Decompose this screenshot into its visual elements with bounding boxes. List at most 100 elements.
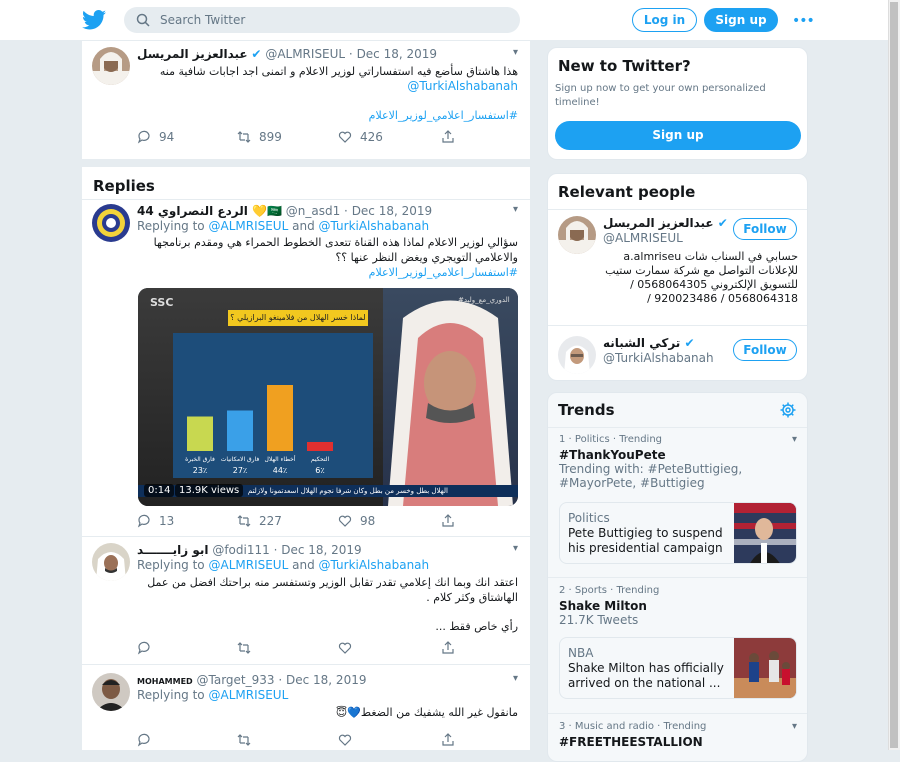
handle[interactable]: @ALMRISEUL bbox=[265, 47, 345, 61]
replying-prefix: Replying to bbox=[137, 558, 205, 572]
tweet-date[interactable]: Dec 18, 2019 bbox=[357, 47, 437, 61]
video-hashtag: #الدوري_مع_وليد bbox=[458, 296, 510, 304]
search-box[interactable] bbox=[124, 7, 520, 33]
chevron-down-icon[interactable]: ▾ bbox=[792, 721, 797, 732]
hashtag-link[interactable]: #استفسار_اعلامي_لوزير_الاعلام bbox=[138, 265, 518, 280]
reply-button[interactable]: 13 bbox=[137, 514, 174, 528]
mention-link[interactable]: @ALMRISEUL bbox=[208, 219, 288, 233]
retweet-button[interactable]: 899 bbox=[237, 130, 282, 144]
mention-link[interactable]: @ALMRISEUL bbox=[208, 688, 288, 702]
tweet-date[interactable]: Dec 18, 2019 bbox=[286, 673, 366, 687]
mention-link[interactable]: @TurkiAlshabanah bbox=[138, 79, 518, 94]
share-icon bbox=[442, 514, 454, 527]
reply-tweet[interactable]: الردع النصراوي 44 💛🇸🇦 @n_asd1 · Dec 18, … bbox=[82, 199, 530, 537]
login-button[interactable]: Log in bbox=[632, 8, 697, 32]
tweet-header: عبدالعزيز المريسل ✔ @ALMRISEUL · Dec 18,… bbox=[137, 47, 438, 61]
display-name[interactable]: عبدالعزيز المريسل bbox=[137, 47, 248, 61]
share-button[interactable] bbox=[441, 130, 455, 144]
avatar[interactable] bbox=[558, 216, 596, 254]
share-button[interactable] bbox=[441, 641, 455, 655]
person-handle[interactable]: @ALMRISEUL bbox=[603, 231, 683, 245]
news-card[interactable]: NBA Shake Milton has officially arrived … bbox=[559, 637, 797, 699]
trend-item[interactable]: 2 · Sports · Trending Shake Milton 21.7K… bbox=[548, 585, 807, 715]
main-tweet[interactable]: عبدالعزيز المريسل ✔ @ALMRISEUL · Dec 18,… bbox=[82, 41, 530, 159]
tweet-date[interactable]: Dec 18, 2019 bbox=[352, 204, 432, 218]
share-button[interactable] bbox=[441, 733, 455, 747]
trend-name[interactable]: #ThankYouPete bbox=[559, 448, 798, 462]
trend-subtext: Trending with: #PeteButtigieg, #MayorPet… bbox=[559, 462, 743, 490]
settings-gear-icon[interactable] bbox=[780, 402, 796, 418]
trend-name[interactable]: Shake Milton bbox=[559, 599, 798, 613]
twitter-logo-icon[interactable] bbox=[82, 9, 106, 31]
panel-title: Relevant people bbox=[558, 183, 696, 201]
reply-button[interactable]: 94 bbox=[137, 130, 174, 144]
display-name[interactable]: ابو زايـــــــد bbox=[137, 543, 209, 557]
mention-link[interactable]: @ALMRISEUL bbox=[208, 558, 288, 572]
follow-button[interactable]: Follow bbox=[733, 218, 797, 240]
retweet-icon bbox=[237, 642, 251, 654]
reply-button[interactable] bbox=[137, 641, 151, 655]
tweet-header: ابو زايـــــــد @fodi111 · Dec 18, 2019 bbox=[137, 543, 362, 557]
handle[interactable]: @fodi111 bbox=[212, 543, 269, 557]
person-name[interactable]: تركي الشبانه bbox=[603, 336, 680, 350]
display-name[interactable]: MOHAMMED bbox=[137, 677, 193, 686]
share-button[interactable] bbox=[441, 514, 455, 528]
scrollbar-thumb[interactable] bbox=[890, 2, 898, 748]
person-card[interactable]: عبدالعزيز المريسل ✔ @ALMRISEUL Follow حس… bbox=[548, 210, 807, 326]
video-chart-category-label: التحكيم bbox=[311, 456, 330, 463]
signup-button[interactable]: Sign up bbox=[704, 8, 778, 32]
video-question: لماذا خسر الهلال من فلامينغو البرازيلي ؟ bbox=[228, 310, 368, 326]
reply-tweet[interactable]: ابو زايـــــــد @fodi111 · Dec 18, 2019 … bbox=[82, 537, 530, 665]
display-name[interactable]: الردع النصراوي 44 💛🇸🇦 bbox=[137, 204, 282, 218]
news-source: NBA bbox=[568, 646, 594, 660]
replying-to: Replying to @ALMRISEUL bbox=[137, 688, 288, 702]
video-player[interactable]: SSC لماذا خسر الهلال من فلامينغو البرازي… bbox=[138, 288, 518, 506]
chevron-down-icon[interactable]: ▾ bbox=[513, 673, 518, 684]
like-button[interactable] bbox=[338, 733, 352, 747]
retweet-button[interactable] bbox=[237, 641, 251, 655]
news-source: Politics bbox=[568, 511, 610, 525]
follow-button[interactable]: Follow bbox=[733, 339, 797, 361]
search-input[interactable] bbox=[160, 10, 500, 30]
reply-button[interactable] bbox=[137, 733, 151, 747]
mention-link[interactable]: @TurkiAlshabanah bbox=[319, 219, 430, 233]
trend-item[interactable]: 1 · Politics · Trending ▾ #ThankYouPete … bbox=[548, 434, 807, 576]
handle[interactable]: @n_asd1 bbox=[286, 204, 340, 218]
like-button[interactable]: 98 bbox=[338, 514, 375, 528]
tweet-text-line: رأي خاص فقط ... bbox=[435, 620, 518, 633]
chevron-down-icon[interactable]: ▾ bbox=[513, 204, 518, 215]
news-title: Pete Buttigieg to suspend his presidenti… bbox=[568, 526, 723, 555]
reply-tweet[interactable]: MOHAMMED @Target_933 · Dec 18, 2019 ▾ Re… bbox=[82, 665, 530, 750]
more-options-icon[interactable]: ••• bbox=[792, 13, 815, 29]
avatar[interactable] bbox=[92, 673, 130, 711]
reply-count: 13 bbox=[159, 514, 175, 528]
mention-link[interactable]: @TurkiAlshabanah bbox=[319, 558, 430, 572]
retweet-button[interactable]: 227 bbox=[237, 514, 282, 528]
hashtag-link[interactable]: #استفسار_اعلامي_لوزير_الاعلام bbox=[138, 108, 518, 123]
video-channel-logo: SSC bbox=[150, 296, 174, 309]
avatar[interactable] bbox=[92, 543, 130, 581]
like-button[interactable]: 426 bbox=[338, 130, 383, 144]
person-card[interactable]: تركي الشبانه ✔ @TurkiAlshabanah Follow bbox=[548, 326, 807, 380]
tweet-header: الردع النصراوي 44 💛🇸🇦 @n_asd1 · Dec 18, … bbox=[137, 204, 433, 218]
person-handle[interactable]: @TurkiAlshabanah bbox=[603, 351, 714, 365]
retweet-count: 899 bbox=[259, 130, 282, 144]
sidebar-signup-button[interactable]: Sign up bbox=[555, 121, 801, 150]
handle[interactable]: @Target_933 bbox=[197, 673, 275, 687]
panel-title: Trends bbox=[558, 401, 615, 419]
person-name[interactable]: عبدالعزيز المريسل bbox=[603, 216, 714, 230]
trend-item[interactable]: 3 · Music and radio · Trending ▾ #FREETH… bbox=[548, 721, 807, 761]
avatar[interactable] bbox=[92, 47, 130, 85]
chevron-down-icon[interactable]: ▾ bbox=[513, 543, 518, 554]
chevron-down-icon[interactable]: ▾ bbox=[513, 47, 518, 58]
replying-to: Replying to @ALMRISEUL and @TurkiAlshaba… bbox=[137, 558, 429, 572]
avatar[interactable] bbox=[558, 336, 596, 374]
tweet-date[interactable]: Dec 18, 2019 bbox=[281, 543, 361, 557]
video-chart-value-label: 27٪ bbox=[233, 466, 247, 475]
chevron-down-icon[interactable]: ▾ bbox=[792, 434, 797, 445]
news-card[interactable]: Politics Pete Buttigieg to suspend his p… bbox=[559, 502, 797, 564]
trend-name[interactable]: #FREETHEESTALLION bbox=[559, 735, 798, 749]
like-button[interactable] bbox=[338, 641, 352, 655]
retweet-button[interactable] bbox=[237, 733, 251, 747]
avatar[interactable] bbox=[92, 204, 130, 242]
